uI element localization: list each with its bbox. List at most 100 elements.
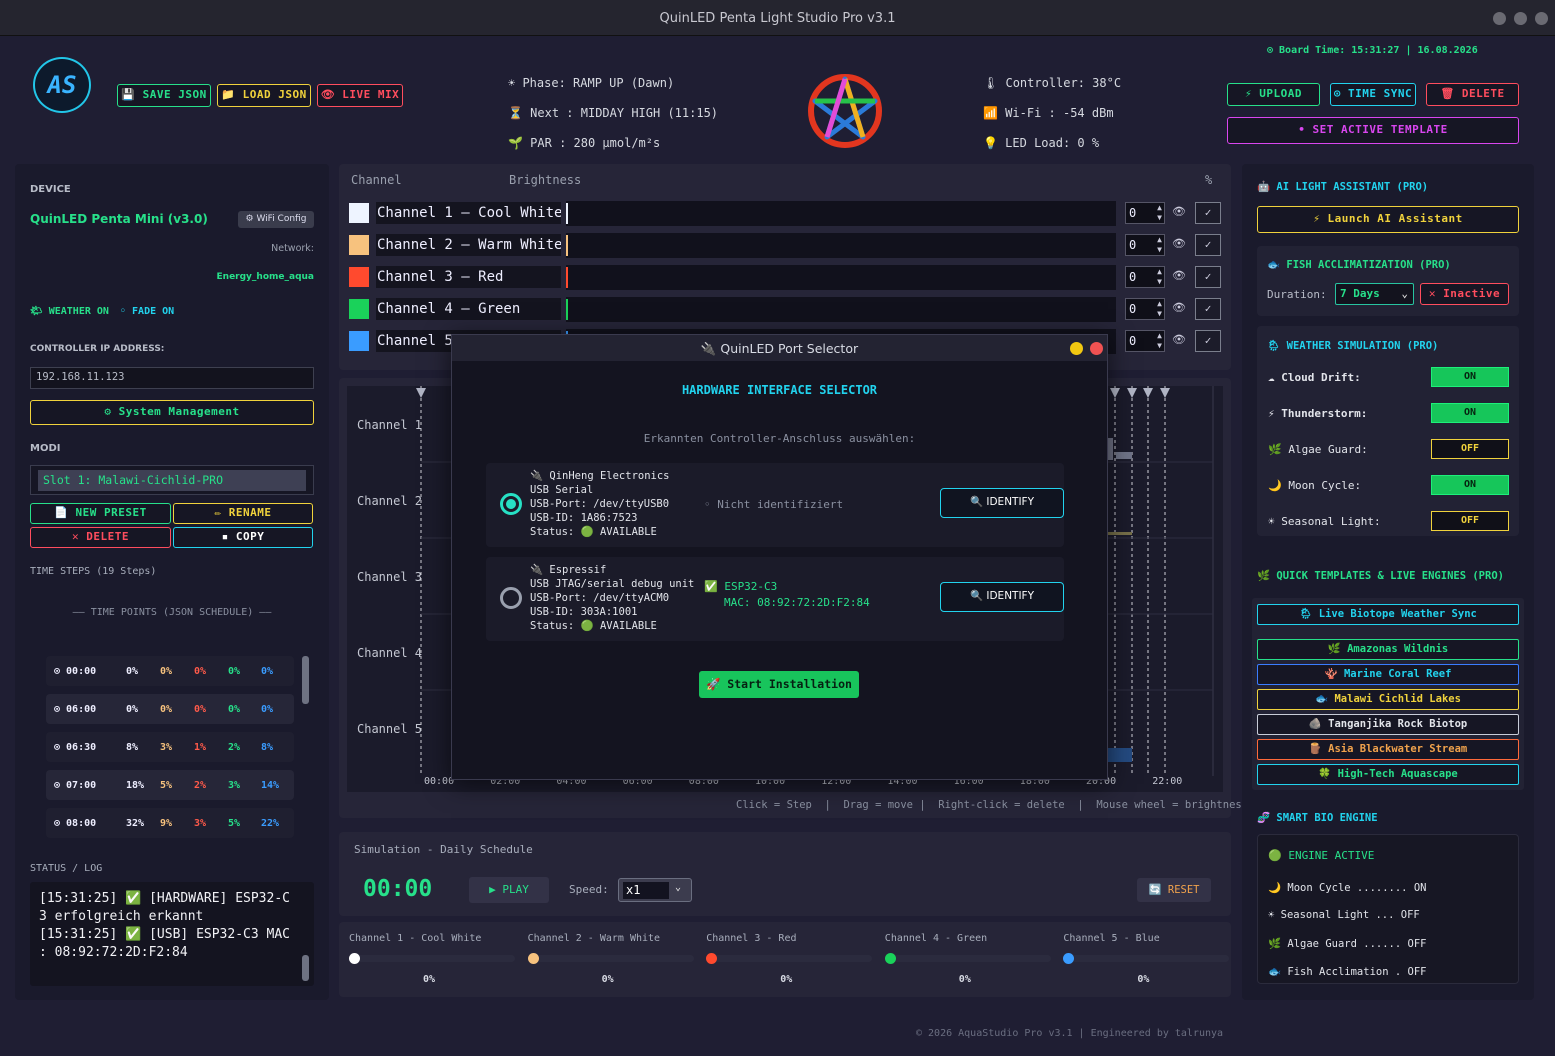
slider-handle[interactable]: [884, 953, 896, 964]
spin-arrows-icon[interactable]: ▲ ▼: [1157, 331, 1162, 351]
start-installation-button[interactable]: 🚀 Start Installation: [699, 671, 859, 698]
time-sync-button[interactable]: ⊙ TIME SYNC: [1330, 83, 1416, 106]
time-points-scrollbar[interactable]: [302, 656, 309, 704]
slot-selector[interactable]: Slot 1: Malawi-Cichlid-PRO: [30, 465, 314, 495]
template-button[interactable]: 🌿 Amazonas Wildnis: [1257, 639, 1519, 660]
set-active-template-button[interactable]: • SET ACTIVE TEMPLATE: [1227, 117, 1519, 144]
spin-arrows-icon[interactable]: ▲ ▼: [1157, 299, 1162, 319]
brightness-spinbox[interactable]: 0 ▲ ▼: [1125, 330, 1165, 352]
channel-slider[interactable]: [349, 953, 515, 964]
channel-enable-checkbox[interactable]: ✓: [1195, 266, 1221, 288]
maximize-button[interactable]: [1514, 12, 1527, 25]
brightness-spinbox[interactable]: 0 ▲ ▼: [1125, 234, 1165, 256]
spin-arrows-icon[interactable]: ▲ ▼: [1157, 267, 1162, 287]
weather-simulation-box: [1257, 326, 1519, 536]
time-point-time: ⊙ 06:30: [54, 742, 97, 753]
slider-label: Channel 1 - Cool White: [349, 933, 482, 944]
speed-value: x1: [623, 882, 669, 899]
delete-preset-button[interactable]: ✕ DELETE: [30, 527, 171, 548]
device-radio[interactable]: [500, 587, 522, 609]
brightness-bar[interactable]: [566, 201, 1116, 226]
rename-button[interactable]: ✏ RENAME: [173, 503, 313, 524]
wifi-config-button[interactable]: ⚙ WiFi Config: [238, 211, 314, 228]
time-point-row[interactable]: ⊙ 06:30 8% 3% 1% 2% 8%: [46, 732, 294, 762]
channel-enable-checkbox[interactable]: ✓: [1195, 234, 1221, 256]
dialog-minimize-button[interactable]: [1070, 342, 1083, 355]
dialog-close-button[interactable]: [1090, 342, 1103, 355]
launch-ai-button[interactable]: ⚡ Launch AI Assistant: [1257, 206, 1519, 233]
identify-button[interactable]: 🔍 IDENTIFY: [940, 488, 1064, 518]
channel-enable-checkbox[interactable]: ✓: [1195, 298, 1221, 320]
eye-icon[interactable]: 👁: [1172, 269, 1186, 282]
template-button[interactable]: 🪸 Marine Coral Reef: [1257, 664, 1519, 685]
slider-percent: 0%: [423, 974, 436, 985]
brightness-spinbox[interactable]: 0 ▲ ▼: [1125, 266, 1165, 288]
device-vendor: 🔌 QinHeng Electronics: [530, 470, 670, 482]
system-management-button[interactable]: ⚙ System Management: [30, 400, 314, 425]
spin-arrows-icon[interactable]: ▲ ▼: [1157, 235, 1162, 255]
template-button[interactable]: 🪨 Tanganjika Rock Biotop: [1257, 714, 1519, 735]
weather-toggle-switch[interactable]: OFF: [1431, 511, 1509, 531]
play-button[interactable]: ▶ PLAY: [469, 877, 549, 903]
brightness-bar[interactable]: [566, 297, 1116, 322]
live-mix-button[interactable]: 👁 LIVE MIX: [317, 84, 403, 107]
slider-handle[interactable]: [349, 953, 360, 964]
hourglass-icon: ⏳: [508, 106, 531, 120]
weather-toggle-switch[interactable]: ON: [1431, 403, 1509, 423]
timeline-channel-label: Channel 3: [357, 570, 423, 584]
channel-enable-checkbox[interactable]: ✓: [1195, 202, 1221, 224]
template-button[interactable]: 🪵 Asia Blackwater Stream: [1257, 739, 1519, 760]
brightness-spinbox[interactable]: 0 ▲ ▼: [1125, 298, 1165, 320]
template-button[interactable]: 🌦 Live Biotope Weather Sync: [1257, 604, 1519, 625]
time-point-row[interactable]: ⊙ 08:00 32% 9% 3% 5% 22%: [46, 808, 294, 838]
brightness-bar[interactable]: [566, 265, 1116, 290]
reset-button[interactable]: 🔄 RESET: [1137, 878, 1211, 902]
save-json-button[interactable]: 💾 SAVE JSON: [117, 84, 211, 107]
weather-toggle-switch[interactable]: ON: [1431, 475, 1509, 495]
upload-button[interactable]: ⚡ UPLOAD: [1227, 83, 1320, 106]
close-button[interactable]: [1535, 12, 1548, 25]
time-point-row[interactable]: ⊙ 00:00 0% 0% 0% 0% 0%: [46, 656, 294, 686]
eye-icon[interactable]: 👁: [1172, 333, 1186, 346]
time-point-row[interactable]: ⊙ 07:00 18% 5% 2% 3% 14%: [46, 770, 294, 800]
brightness-bar[interactable]: [566, 233, 1116, 258]
ip-address-input[interactable]: 192.168.11.123: [30, 367, 314, 389]
speed-select[interactable]: x1 ⌄: [618, 878, 692, 902]
load-json-button[interactable]: 📁 LOAD JSON: [217, 84, 311, 107]
device-radio[interactable]: [500, 493, 522, 515]
device-usb-id: USB-ID: 1A86:7523: [530, 512, 638, 524]
spin-arrows-icon[interactable]: ▲ ▼: [1157, 203, 1162, 223]
device-port: USB-Port: /dev/ttyACM0: [530, 592, 670, 604]
slider-handle[interactable]: [527, 953, 539, 964]
template-button[interactable]: 🐟 Malawi Cichlid Lakes: [1257, 689, 1519, 710]
pentagram-logo: [808, 74, 882, 148]
copy-preset-button[interactable]: ▪ COPY: [173, 527, 313, 548]
slider-percent: 0%: [1137, 974, 1150, 985]
inactive-toggle[interactable]: ✕ Inactive: [1420, 283, 1509, 305]
new-preset-button[interactable]: 📄 NEW PRESET: [30, 503, 171, 524]
slider-percent: 0%: [780, 974, 793, 985]
channel-enable-checkbox[interactable]: ✓: [1195, 330, 1221, 352]
brightness-spinbox[interactable]: 0 ▲ ▼: [1125, 202, 1165, 224]
eye-icon[interactable]: 👁: [1172, 237, 1186, 250]
next-text: Next : MIDDAY HIGH (11:15): [530, 106, 719, 120]
minimize-button[interactable]: [1493, 12, 1506, 25]
channel-slider[interactable]: [706, 953, 873, 964]
log-scrollbar[interactable]: [302, 955, 309, 981]
time-point-value: 0%: [160, 666, 173, 677]
device-option[interactable]: 🔌 Espressif USB JTAG/serial debug unit USB…: [486, 557, 1064, 641]
identify-button[interactable]: 🔍 IDENTIFY: [940, 582, 1064, 612]
delete-firmware-button[interactable]: 🗑 DELETE: [1426, 83, 1519, 106]
channel-slider[interactable]: [1063, 953, 1230, 964]
channel-slider[interactable]: [884, 953, 1051, 964]
eye-icon[interactable]: 👁: [1172, 301, 1186, 314]
time-point-row[interactable]: ⊙ 06:00 0% 0% 0% 0% 0%: [46, 694, 294, 724]
time-point-value: 0%: [261, 666, 274, 677]
duration-select[interactable]: 7 Days ⌄: [1335, 283, 1414, 305]
eye-icon[interactable]: 👁: [1172, 205, 1186, 218]
weather-toggle-switch[interactable]: ON: [1431, 367, 1509, 387]
weather-toggle-switch[interactable]: OFF: [1431, 439, 1509, 459]
channel-slider[interactable]: [527, 953, 694, 964]
device-option[interactable]: 🔌 QinHeng Electronics USB Serial USB-Port:…: [486, 463, 1064, 547]
template-button[interactable]: 🍀 High-Tech Aquascape: [1257, 764, 1519, 785]
